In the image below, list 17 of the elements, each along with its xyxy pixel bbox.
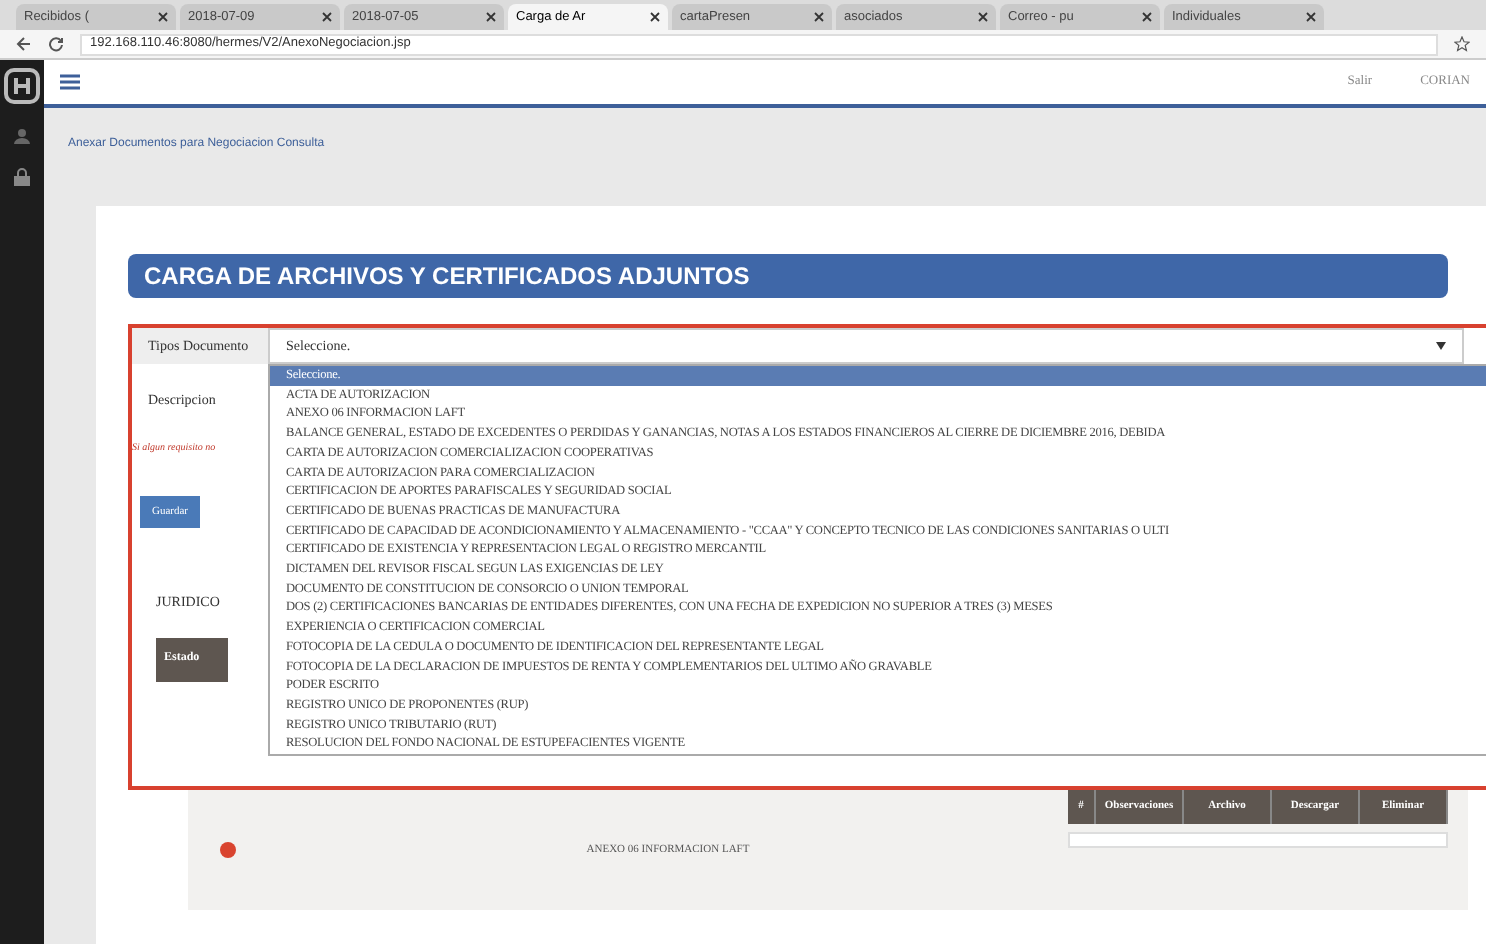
close-icon[interactable] — [322, 12, 332, 22]
logo-icon[interactable] — [4, 68, 40, 104]
lock-icon[interactable] — [14, 168, 30, 186]
close-icon[interactable] — [978, 12, 988, 22]
reload-icon[interactable] — [48, 36, 64, 52]
caret-icon — [1436, 342, 1446, 350]
star-icon[interactable] — [1454, 36, 1470, 52]
panel-title: CARGA DE ARCHIVOS Y CERTIFICADOS ADJUNTOS — [128, 254, 1448, 298]
back-icon[interactable] — [16, 36, 32, 52]
close-icon[interactable] — [486, 12, 496, 22]
close-icon[interactable] — [1306, 12, 1316, 22]
close-icon[interactable] — [1142, 12, 1152, 22]
close-icon[interactable] — [650, 12, 660, 22]
user-icon[interactable] — [14, 128, 30, 144]
close-icon[interactable] — [814, 12, 824, 22]
menu-icon[interactable] — [60, 74, 80, 90]
close-icon[interactable] — [158, 12, 168, 22]
